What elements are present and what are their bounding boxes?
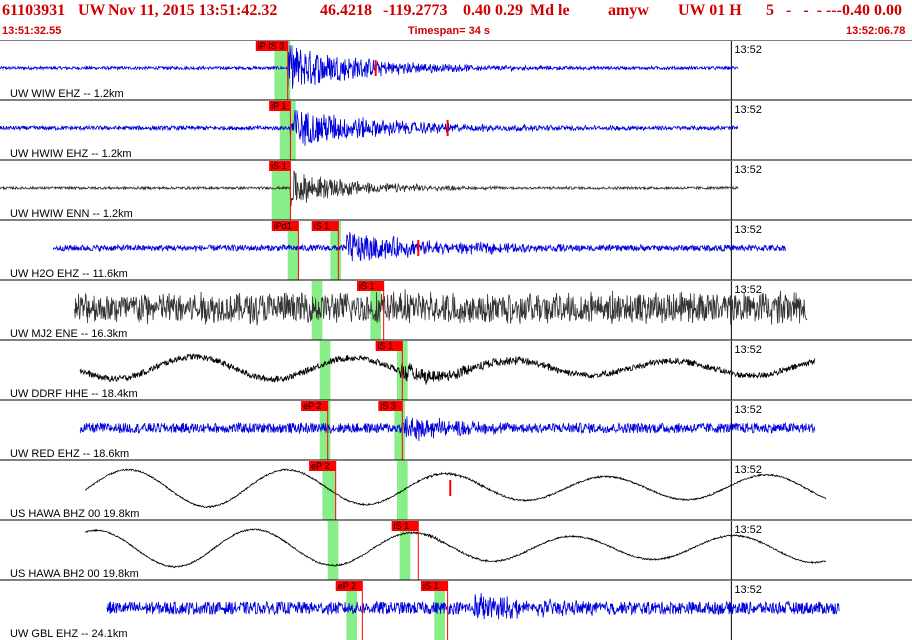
trace-label: UW HWIW EHZ -- 1.2km — [10, 148, 132, 160]
event-magnitude: 0.40 — [463, 2, 491, 19]
start-time: 13:51:32.55 — [2, 25, 62, 37]
pick-label: iS 1 — [423, 581, 439, 591]
trace-label: US HAWA BHZ 00 19.8km — [10, 508, 139, 520]
trace-9: 13:52 eP 2 iS 1 UW GBL EHZ -- 24.1km — [0, 579, 912, 640]
trace-6: 13:52 eP 2 iS 3 UW RED EHZ -- 18.6km — [0, 399, 912, 460]
event-right-values: 0.40 0.00 — [842, 2, 902, 19]
waveform — [0, 109, 739, 146]
time-tick-label: 13:52 — [734, 44, 762, 56]
trace-label: UW MJ2 ENE -- 16.3km — [10, 328, 127, 340]
pick-label: iS 1 — [271, 161, 287, 171]
pick-label: eP 2 — [311, 461, 329, 471]
seismogram-panel: 13:52 iP IS 3 UW WIW EHZ -- 1.2km 13:52 iP 1… — [0, 40, 912, 640]
trace-2: 13:52 iS 1 UW HWIW ENN -- 1.2km — [0, 159, 912, 220]
waveform — [52, 232, 787, 262]
end-time: 13:52:06.78 — [846, 25, 906, 37]
event-mag-type: Md le — [530, 2, 570, 19]
event-dashes: - - - --- — [786, 2, 842, 19]
event-net-code: UW 01 H — [678, 2, 742, 19]
waveform — [0, 45, 739, 89]
event-header: 61103931 UW Nov 11, 2015 13:51:42.32 46.… — [0, 0, 912, 40]
trace-label: UW RED EHZ -- 18.6km — [10, 448, 129, 460]
pick-label: iP IS 3 — [258, 41, 284, 51]
pick-label: iS 3 — [380, 401, 396, 411]
time-tick-label: 13:52 — [734, 344, 762, 356]
trace-label: UW WIW EHZ -- 1.2km — [10, 88, 124, 100]
pick-window — [327, 521, 339, 580]
event-longitude: -119.2773 — [383, 2, 448, 19]
time-tick-label: 13:52 — [734, 584, 762, 596]
trace-label: UW H2O EHZ -- 11.6km — [10, 268, 128, 280]
trace-5: 13:52 iS 1 UW DDRF HHE -- 18.4km — [0, 339, 912, 400]
event-network: UW — [78, 2, 106, 19]
pick-label: eP 2 — [303, 401, 321, 411]
waveform — [85, 468, 827, 509]
event-latitude: 46.4218 — [320, 2, 372, 19]
trace-8: 13:52 iS 1 US HAWA BH2 00 19.8km — [0, 519, 912, 580]
event-datetime: Nov 11, 2015 13:51:42.32 — [108, 2, 278, 19]
waveform — [74, 289, 808, 326]
time-tick-label: 13:52 — [734, 164, 762, 176]
pick-label: iP 1 — [271, 101, 286, 111]
waveform — [84, 527, 827, 569]
pick-label: iS 1 — [394, 521, 410, 531]
trace-label: UW DDRF HHE -- 18.4km — [10, 388, 138, 400]
trace-4: 13:52 iS 1 UW MJ2 ENE -- 16.3km — [0, 279, 912, 340]
trace-7: 13:52 eP 2 US HAWA BHZ 00 19.8km — [0, 459, 912, 520]
waveform — [0, 170, 739, 207]
time-tick-label: 13:52 — [734, 284, 762, 296]
waveform — [79, 416, 816, 442]
waveform — [79, 353, 816, 385]
trace-3: 13:52 iPd1 iS 1 UW H2O EHZ -- 11.6km — [0, 219, 912, 280]
pick-label: iS 1 — [378, 341, 394, 351]
trace-label: UW HWIW ENN -- 1.2km — [10, 208, 133, 220]
event-col-5: 5 — [766, 2, 774, 19]
trace-0: 13:52 iP IS 3 UW WIW EHZ -- 1.2km — [0, 40, 912, 100]
time-tick-label: 13:52 — [734, 104, 762, 116]
event-author: amyw — [608, 2, 649, 19]
trace-label: US HAWA BH2 00 19.8km — [10, 568, 139, 580]
waveform — [106, 592, 840, 620]
pick-label: iPd1 — [274, 221, 292, 231]
time-tick-label: 13:52 — [734, 224, 762, 236]
time-tick-label: 13:52 — [734, 464, 762, 476]
event-id: 61103931 — [2, 2, 66, 19]
trace-1: 13:52 iP 1 UW HWIW EHZ -- 1.2km — [0, 99, 912, 160]
trace-label: UW GBL EHZ -- 24.1km — [10, 628, 128, 640]
pick-label: eP 2 — [338, 581, 356, 591]
timespan: Timespan= 34 s — [408, 25, 491, 37]
event-magnitude-2: 0.29 — [495, 2, 523, 19]
pick-label: iS 1 — [359, 281, 375, 291]
pick-window — [319, 341, 331, 400]
pick-label: iS 1 — [314, 221, 330, 231]
time-tick-label: 13:52 — [734, 404, 762, 416]
time-tick-label: 13:52 — [734, 524, 762, 536]
